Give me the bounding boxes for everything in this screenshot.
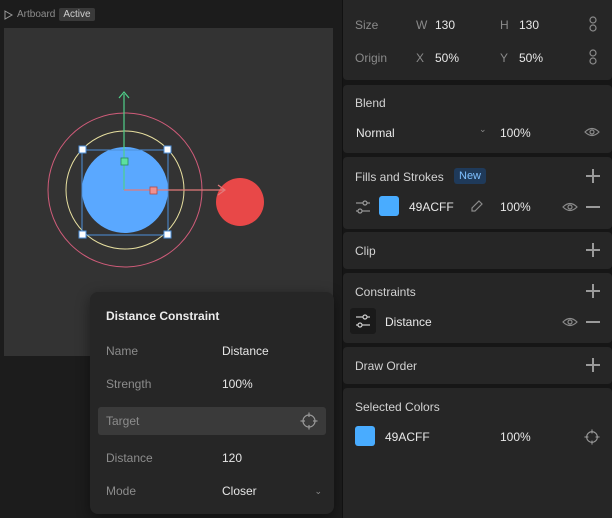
selected-color-opacity: 100% bbox=[500, 430, 531, 444]
popover-row-target[interactable]: Target bbox=[98, 407, 326, 435]
blend-title: Blend bbox=[355, 96, 386, 110]
blend-section: Blend Normal ⌄ 100% bbox=[343, 85, 612, 153]
height-label: H bbox=[500, 18, 509, 32]
chevron-down-icon[interactable]: ⌄ bbox=[314, 486, 322, 497]
fills-strokes-section: Fills and Strokes New 49ACFF 100% bbox=[343, 157, 612, 229]
eye-icon[interactable] bbox=[562, 201, 578, 213]
fill-opacity-field[interactable]: 100% bbox=[500, 200, 531, 214]
strength-label: Strength bbox=[106, 377, 152, 391]
constraints-section: Constraints Distance bbox=[343, 273, 612, 343]
eye-icon[interactable] bbox=[584, 126, 600, 138]
draw-order-section: Draw Order bbox=[343, 347, 612, 384]
rotation-handle[interactable] bbox=[120, 157, 129, 166]
eyedropper-icon[interactable] bbox=[470, 199, 484, 213]
artboard-header[interactable]: Artboard Active bbox=[4, 8, 95, 21]
mode-label: Mode bbox=[106, 484, 137, 498]
chevron-down-icon[interactable]: ⌄ bbox=[479, 124, 487, 135]
constraint-type-icon bbox=[350, 308, 376, 334]
corner-handle-bottom-left[interactable] bbox=[78, 230, 87, 239]
distance-label: Distance bbox=[106, 451, 153, 465]
canvas-stage[interactable]: Artboard Active Distance Constraint Name… bbox=[0, 0, 342, 518]
selected-colors-section: Selected Colors 49ACFF 100% bbox=[343, 388, 612, 518]
clip-title: Clip bbox=[355, 244, 376, 258]
plus-icon[interactable] bbox=[586, 284, 600, 298]
popover-row-mode[interactable]: Mode Closer ⌄ bbox=[90, 477, 334, 505]
plus-icon[interactable] bbox=[586, 243, 600, 257]
active-badge: Active bbox=[59, 8, 95, 21]
play-icon[interactable] bbox=[4, 9, 13, 20]
blend-opacity-field[interactable]: 100% bbox=[500, 126, 531, 140]
eye-icon[interactable] bbox=[562, 316, 578, 328]
popover-row-name[interactable]: Name Distance bbox=[90, 337, 334, 365]
fill-hex-field[interactable]: 49ACFF bbox=[409, 200, 454, 214]
fill-color-swatch[interactable] bbox=[379, 196, 399, 216]
crosshair-icon[interactable] bbox=[300, 412, 318, 430]
minus-icon[interactable] bbox=[586, 206, 600, 208]
origin-y-field[interactable]: 50% bbox=[519, 51, 543, 65]
plus-icon[interactable] bbox=[586, 169, 600, 183]
constraints-title: Constraints bbox=[355, 285, 416, 299]
scale-handle[interactable] bbox=[149, 186, 158, 195]
sliders-icon[interactable] bbox=[355, 200, 371, 214]
distance-value[interactable]: 120 bbox=[222, 451, 242, 465]
constraint-item-distance[interactable]: Distance bbox=[385, 315, 432, 329]
strength-value[interactable]: 100% bbox=[222, 377, 253, 391]
selected-color-hex: 49ACFF bbox=[385, 430, 430, 444]
transform-section: Size W 130 H 130 Origin X 50% Y 50% bbox=[343, 0, 612, 80]
new-badge: New bbox=[454, 168, 487, 184]
size-label: Size bbox=[355, 18, 379, 32]
selected-colors-title: Selected Colors bbox=[355, 400, 440, 414]
width-label: W bbox=[416, 18, 428, 32]
height-field[interactable]: 130 bbox=[519, 18, 539, 32]
crosshair-icon[interactable] bbox=[584, 429, 600, 445]
popover-row-strength[interactable]: Strength 100% bbox=[90, 370, 334, 398]
fills-title: Fills and Strokes bbox=[355, 170, 444, 184]
corner-handle-bottom-right[interactable] bbox=[163, 230, 172, 239]
origin-label: Origin bbox=[355, 51, 388, 65]
origin-x-field[interactable]: 50% bbox=[435, 51, 459, 65]
popover-title: Distance Constraint bbox=[106, 309, 220, 323]
minus-icon[interactable] bbox=[586, 321, 600, 323]
plus-icon[interactable] bbox=[586, 358, 600, 372]
name-value[interactable]: Distance bbox=[222, 344, 269, 358]
link-icon[interactable] bbox=[588, 16, 598, 32]
mode-select[interactable]: Closer bbox=[222, 484, 257, 498]
corner-handle-top-right[interactable] bbox=[163, 145, 172, 154]
name-label: Name bbox=[106, 344, 139, 358]
artboard-name: Artboard bbox=[17, 9, 56, 20]
width-field[interactable]: 130 bbox=[435, 18, 455, 32]
draw-order-title: Draw Order bbox=[355, 359, 418, 373]
clip-section: Clip bbox=[343, 232, 612, 269]
link-icon[interactable] bbox=[588, 49, 598, 65]
origin-y-label: Y bbox=[500, 51, 509, 65]
target-shape[interactable] bbox=[216, 178, 264, 226]
blend-mode-select[interactable]: Normal bbox=[356, 126, 395, 140]
origin-x-label: X bbox=[416, 51, 425, 65]
sliders-icon bbox=[356, 314, 370, 328]
selected-color-swatch[interactable] bbox=[355, 426, 375, 446]
popover-row-distance[interactable]: Distance 120 bbox=[90, 444, 334, 472]
target-label: Target bbox=[106, 414, 140, 428]
inspector-panel: Size W 130 H 130 Origin X 50% Y 50% Blen… bbox=[342, 0, 612, 518]
distance-constraint-popover: Distance Constraint Name Distance Streng… bbox=[90, 292, 334, 514]
corner-handle-top-left[interactable] bbox=[78, 145, 87, 154]
